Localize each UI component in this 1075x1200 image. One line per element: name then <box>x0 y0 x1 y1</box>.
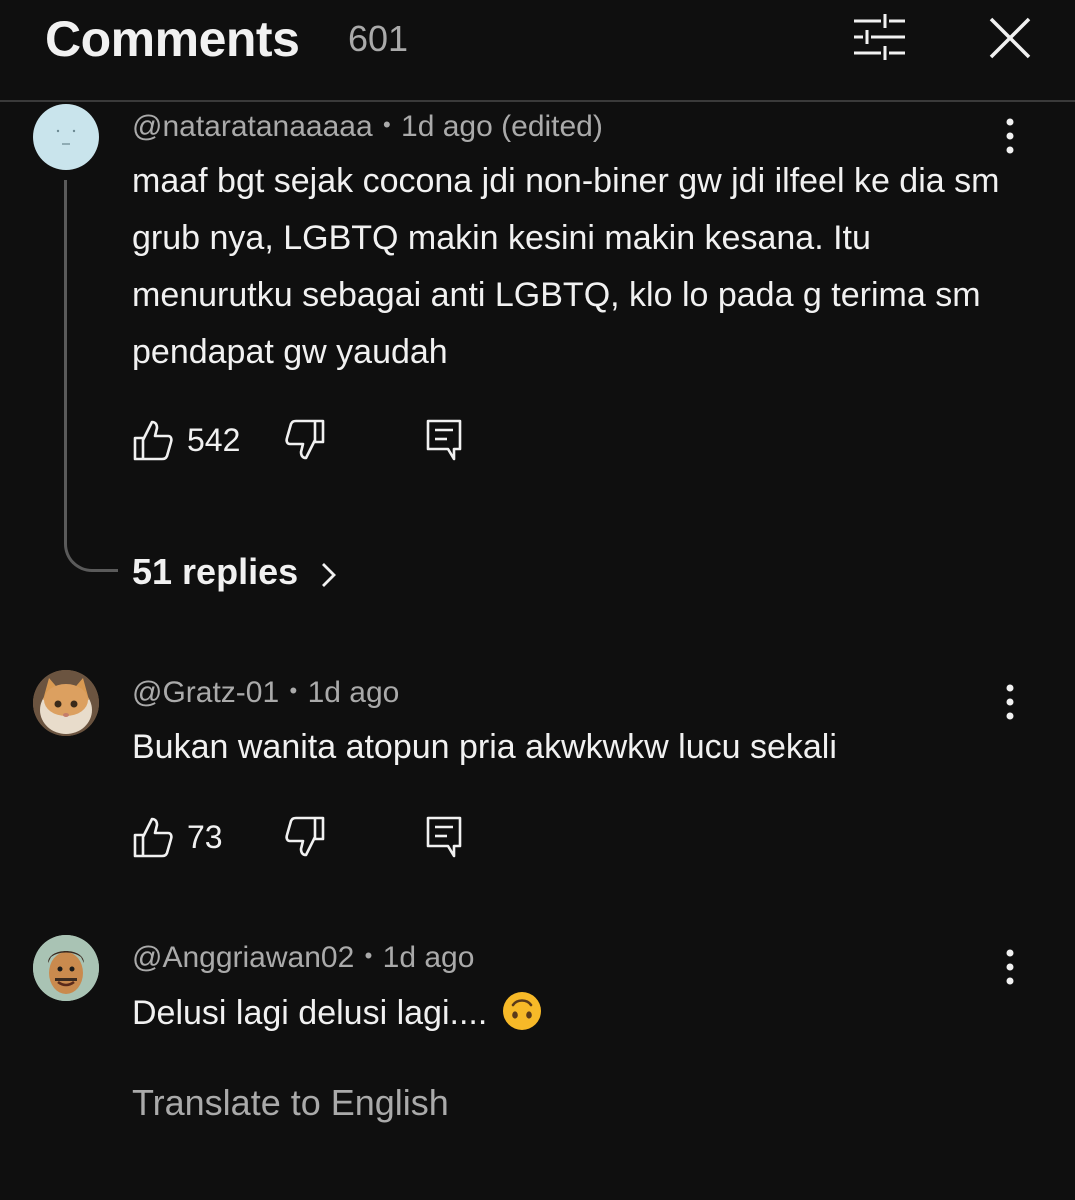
like-count: 73 <box>187 819 223 855</box>
reply-button[interactable] <box>424 815 466 859</box>
dislike-button[interactable] <box>284 815 326 859</box>
comment-author[interactable]: @Gratz-01 <box>132 676 279 709</box>
thumbs-up-icon <box>133 420 173 461</box>
sliders-icon <box>854 14 905 60</box>
like-button[interactable] <box>132 815 174 859</box>
comment-actions: 73 <box>132 815 532 865</box>
comment-reply-icon <box>426 419 462 461</box>
thumbs-down-icon <box>285 816 325 857</box>
more-options-button[interactable] <box>995 114 1025 158</box>
comment-text-container: Delusi lagi delusi lagi.... <box>132 985 1012 1042</box>
comment-author[interactable]: @nataratanaaaaa <box>132 110 373 143</box>
comment-text: Delusi lagi delusi lagi.... <box>132 994 488 1032</box>
avatar[interactable] <box>33 104 99 170</box>
meta-separator: • <box>364 943 373 968</box>
close-icon <box>989 17 1031 59</box>
translate-link[interactable]: Translate to English <box>132 1082 449 1124</box>
filter-button[interactable] <box>848 10 910 64</box>
comment-meta: @Anggriawan02 • 1d ago <box>132 941 474 975</box>
more-vertical-icon <box>1006 949 1014 985</box>
comment-reply-icon <box>426 816 462 858</box>
comment-time: 1d ago <box>382 941 475 974</box>
meta-separator: • <box>383 112 391 137</box>
more-vertical-icon <box>1006 684 1014 720</box>
comments-count: 601 <box>348 18 409 59</box>
comments-header: Comments 601 <box>0 0 1075 102</box>
more-vertical-icon <box>1006 118 1014 154</box>
comment-meta: @Gratz-01 • 1d ago <box>132 676 399 710</box>
more-options-button[interactable] <box>995 680 1025 724</box>
like-button[interactable] <box>132 418 174 462</box>
comment-actions: 542 <box>132 418 532 468</box>
thumbs-up-icon <box>133 817 173 858</box>
reply-button[interactable] <box>424 418 466 462</box>
close-button[interactable] <box>984 12 1036 64</box>
comment-author[interactable]: @Anggriawan02 <box>132 941 354 974</box>
comment-time: 1d ago <box>307 676 400 709</box>
avatar[interactable] <box>33 670 99 736</box>
comment-time: 1d ago (edited) <box>401 110 603 143</box>
like-count: 542 <box>187 422 241 458</box>
meta-separator: • <box>289 678 298 703</box>
cartoon-avatar-icon <box>33 935 99 1001</box>
comment-meta: @nataratanaaaaa • 1d ago (edited) <box>132 110 603 144</box>
upside-down-face-emoji <box>501 990 543 1032</box>
reply-thread-line <box>64 180 118 572</box>
thumbs-down-icon <box>285 419 325 460</box>
avatar-face-icon <box>56 129 76 145</box>
more-options-button[interactable] <box>995 945 1025 989</box>
avatar[interactable] <box>33 935 99 1001</box>
cat-avatar-icon <box>33 670 99 736</box>
comments-title: Comments <box>45 11 300 67</box>
view-replies-link[interactable]: 51 replies <box>132 551 298 593</box>
comment-text: Bukan wanita atopun pria akwkwkw lucu se… <box>132 728 837 766</box>
comment-text: maaf bgt sejak cocona jdi non-biner gw j… <box>132 162 1000 371</box>
chevron-right-icon[interactable] <box>318 560 340 590</box>
dislike-button[interactable] <box>284 418 326 462</box>
